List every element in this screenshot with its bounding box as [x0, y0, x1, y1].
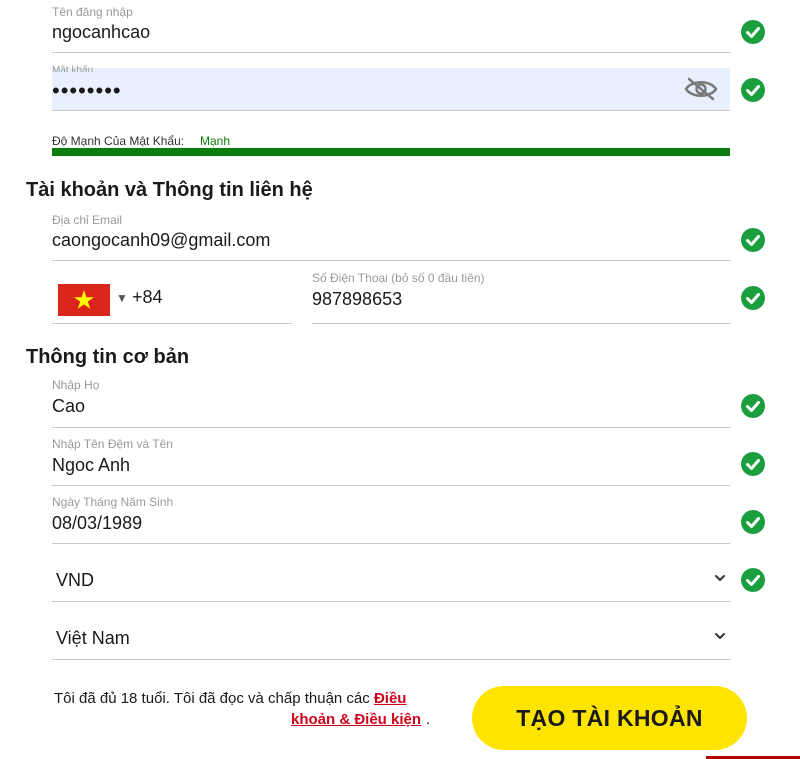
check-circle-icon	[741, 452, 765, 476]
caret-down-icon: ▼	[116, 291, 128, 305]
check-circle-icon	[741, 568, 765, 592]
first-name-value: Ngoc Anh	[52, 455, 131, 475]
country-value: Việt Nam	[56, 628, 130, 648]
eye-slash-icon[interactable]	[684, 77, 718, 101]
section-title-contact: Tài khoản và Thông tin liên hệ	[26, 179, 313, 201]
currency-select[interactable]: VND	[52, 558, 730, 602]
first-name-field[interactable]: Nhập Tên Đệm và Tên Ngoc Anh	[52, 434, 730, 486]
email-label: Địa chỉ Email	[52, 213, 123, 227]
terms-link-continued[interactable]: khoản & Điều kiện	[291, 711, 421, 728]
strength-bar-fill	[52, 148, 730, 156]
email-field[interactable]: Địa chỉ Email caongocanh09@gmail.com	[52, 208, 730, 261]
phone-value: 987898653	[312, 289, 403, 309]
currency-value: VND	[56, 570, 95, 590]
password-field[interactable]: Mật khẩu ••••••••	[52, 65, 730, 111]
terms-text: Tôi đã đủ 18 tuổi. Tôi đã đọc và chấp th…	[54, 688, 464, 730]
create-account-button[interactable]: TẠO TÀI KHOẢN	[472, 686, 747, 750]
last-name-field[interactable]: Nhập Họ Cao	[52, 375, 730, 428]
country-code-value: +84	[132, 287, 163, 307]
check-circle-icon	[741, 20, 765, 44]
terms-link[interactable]: Điều	[374, 690, 407, 707]
chevron-down-icon	[714, 571, 726, 587]
check-circle-icon	[741, 394, 765, 418]
country-select[interactable]: Việt Nam	[52, 616, 730, 660]
vietnam-flag-icon	[58, 284, 110, 316]
password-strength: Độ Mạnh Của Mật Khẩu: Mạnh	[52, 134, 730, 158]
check-circle-icon	[741, 510, 765, 534]
strength-bar-track	[52, 148, 730, 156]
birthdate-label: Ngày Tháng Năm Sinh	[52, 495, 174, 509]
check-circle-icon	[741, 228, 765, 252]
chevron-down-icon	[714, 629, 726, 645]
email-value: caongocanh09@gmail.com	[52, 230, 271, 250]
password-label: Mật khẩu	[52, 65, 94, 72]
check-circle-icon	[741, 286, 765, 310]
birthdate-field[interactable]: Ngày Tháng Năm Sinh 08/03/1989	[52, 492, 730, 544]
phone-field[interactable]: Số Điện Thoại (bỏ số 0 đầu tiên) 9878986…	[312, 268, 730, 324]
terms-line: Tôi đã đủ 18 tuổi. Tôi đã đọc và chấp th…	[54, 690, 370, 707]
last-name-label: Nhập Họ	[52, 378, 100, 392]
section-title-basic: Thông tin cơ bản	[26, 346, 190, 368]
first-name-label: Nhập Tên Đệm và Tên	[52, 437, 173, 451]
country-code-select[interactable]: ▼ +84	[52, 278, 292, 324]
username-label: Tên đăng nhập	[52, 5, 133, 19]
last-name-value: Cao	[52, 396, 86, 416]
phone-label: Số Điện Thoại (bỏ số 0 đầu tiên)	[312, 271, 485, 285]
password-value: ••••••••	[52, 78, 122, 103]
strength-label: Độ Mạnh Của Mật Khẩu:	[52, 134, 185, 148]
username-field[interactable]: Tên đăng nhập ngocanhcao	[52, 0, 730, 53]
create-account-label: TẠO TÀI KHOẢN	[516, 704, 703, 731]
username-value: ngocanhcao	[52, 22, 151, 42]
birthdate-value: 08/03/1989	[52, 513, 143, 533]
check-circle-icon	[741, 78, 765, 102]
terms-period: .	[426, 711, 431, 728]
strength-value: Mạnh	[200, 134, 231, 148]
